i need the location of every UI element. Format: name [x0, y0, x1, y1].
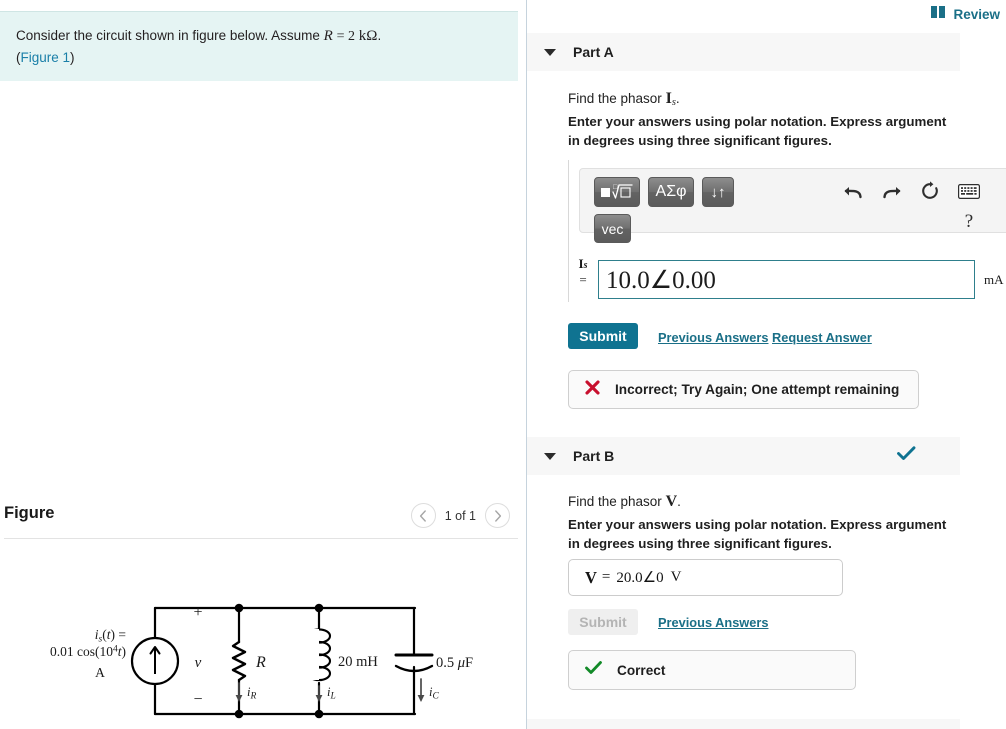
problem-assume-value: = 2 [336, 29, 356, 44]
svg-text:v: v [195, 655, 202, 671]
part-a-answer-input[interactable]: 10.0∠0.00 [598, 260, 975, 299]
caret-down-icon[interactable] [544, 48, 556, 56]
part-b-prompt: Find the phasor V. [568, 490, 681, 514]
part-b-answer-value: 20.0∠0 [616, 570, 664, 586]
part-b-answer-symbol: V [585, 567, 597, 587]
part-a-title: Part A [573, 44, 614, 60]
svg-text:0.01 cos(104t): 0.01 cos(104t) [50, 644, 126, 659]
review-label: Review [953, 6, 1000, 22]
part-b-feedback: Correct [568, 650, 856, 690]
part-b-prompt-suffix: . [677, 494, 681, 509]
part-b-answer-equals: = [601, 569, 611, 585]
problem-period: . [377, 28, 382, 43]
part-b-instruction: Enter your answers using polar notation.… [568, 517, 947, 552]
figure-1-link[interactable]: Figure 1 [21, 50, 71, 65]
part-a-prompt: Find the phasor Is. [568, 87, 680, 111]
figure-navigation: 1 of 1 [410, 503, 510, 528]
part-a-prompt-prefix: Find the phasor [568, 91, 662, 106]
help-icon[interactable]: ? [955, 209, 983, 235]
part-a-feedback: Incorrect; Try Again; One attempt remain… [568, 370, 919, 409]
check-icon [897, 446, 916, 466]
part-a-request-answer-link[interactable]: Request Answer [772, 330, 872, 345]
part-b-prompt-prefix: Find the phasor [568, 494, 662, 509]
part-a-prompt-suffix: . [675, 91, 680, 106]
part-a-label-subscript: s [583, 260, 588, 271]
part-a-feedback-text: Incorrect; Try Again; One attempt remain… [615, 382, 900, 397]
part-a-instruction: Enter your answers using polar notation.… [568, 114, 947, 149]
next-part-strip [527, 719, 960, 729]
keyboard-icon[interactable] [955, 180, 983, 202]
part-b-previous-answers-link[interactable]: Previous Answers [658, 615, 768, 630]
part-a-header[interactable]: Part A [527, 33, 960, 71]
part-a-submit-button[interactable]: Submit [568, 323, 638, 349]
figure-title: Figure [4, 504, 55, 522]
figure-link-paren-close: ) [70, 50, 75, 66]
figure-divider [4, 538, 518, 539]
part-b-title: Part B [573, 448, 615, 464]
answer-panel: Review Part A Find the phasor Is. Enter … [527, 0, 1006, 729]
svg-text:iR: iR [247, 685, 256, 702]
svg-text:+: + [193, 604, 202, 621]
check-icon [585, 660, 602, 680]
review-link[interactable]: Review [931, 5, 1000, 23]
circuit-diagram: is(t) = 0.01 cos(104t) A + v − R 20 mH 0… [0, 585, 518, 729]
svg-text:A: A [95, 665, 105, 680]
part-a-label-symbol-group: Is [579, 256, 588, 271]
svg-text:−: − [193, 691, 202, 708]
svg-text:20 mH: 20 mH [338, 654, 378, 670]
svg-text:iL: iL [327, 685, 336, 702]
part-b-answer-unit: V [670, 569, 682, 585]
part-b-header[interactable]: Part B [527, 437, 960, 475]
problem-statement-text: Consider the circuit shown in figure bel… [16, 25, 502, 69]
vector-button[interactable]: vec [594, 214, 631, 243]
problem-variable-R: R [323, 28, 333, 44]
part-b-prompt-symbol: V [665, 493, 678, 510]
caret-down-icon[interactable] [544, 452, 556, 460]
part-a-answer-label: Is = [571, 256, 595, 286]
part-b-answer-box: V = 20.0∠0 V [568, 559, 843, 596]
book-icon [931, 5, 946, 23]
problem-panel: Consider the circuit shown in figure bel… [0, 0, 526, 729]
greek-symbols-button[interactable]: ΑΣφ [648, 177, 694, 207]
part-a-answer-value: 10.0∠0.00 [606, 266, 716, 294]
svg-text:R: R [255, 654, 266, 671]
undo-icon[interactable] [840, 179, 866, 205]
math-toolbar: □ ΑΣφ ↓↑ vec ? [579, 168, 1006, 243]
problem-statement-box: Consider the circuit shown in figure bel… [0, 11, 518, 82]
reset-icon[interactable] [917, 178, 943, 204]
problem-text-before: Consider the circuit shown in figure bel… [16, 28, 320, 43]
part-a-previous-answers-link[interactable]: Previous Answers [658, 330, 768, 345]
chevron-left-icon[interactable] [410, 503, 436, 528]
part-a-answer-unit: mA [984, 272, 1004, 287]
part-a-widget-rail [568, 160, 569, 302]
svg-text:0.5 μF: 0.5 μF [436, 655, 473, 671]
redo-icon[interactable] [879, 179, 905, 205]
page-root: Consider the circuit shown in figure bel… [0, 0, 1006, 729]
template-sqrt-button[interactable]: □ [594, 177, 640, 207]
part-b-submit-button: Submit [568, 609, 638, 635]
problem-assume-unit: kΩ [358, 28, 378, 44]
cross-icon [585, 379, 600, 400]
chevron-right-icon[interactable] [485, 503, 510, 528]
part-a-label-equals: = [579, 272, 587, 287]
figure-header: Figure 1 of 1 [0, 500, 518, 538]
figure-counter: 1 of 1 [444, 508, 476, 523]
svg-text:is(t) =: is(t) = [95, 627, 126, 645]
svg-text:iC: iC [429, 685, 439, 702]
part-b-feedback-text: Correct [617, 662, 666, 678]
more-templates-button[interactable]: ↓↑ [702, 177, 734, 207]
